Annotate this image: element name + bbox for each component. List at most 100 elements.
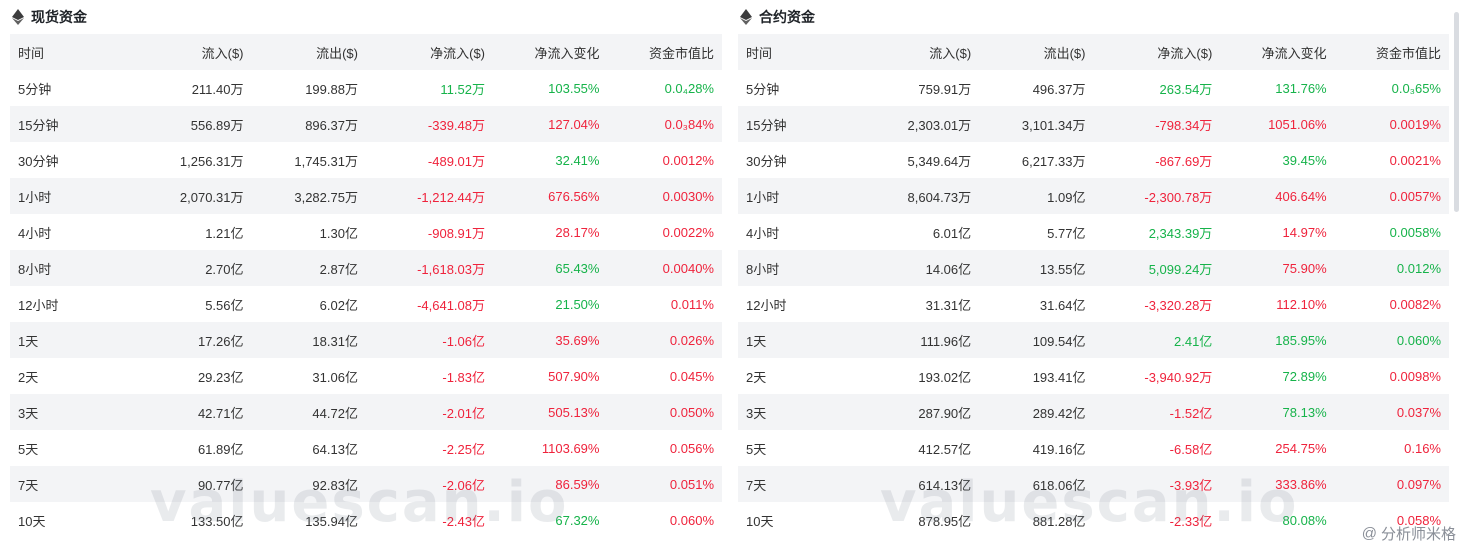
cell-inflow: 2.70亿 [205,261,244,277]
cell-time: 1小时 [746,189,780,205]
cell-mcap-ratio: 0.0₃84% [664,116,714,132]
table-row[interactable]: 3天 287.90亿 289.42亿 -1.52亿 78.13% 0.037% [738,394,1449,430]
cell-net-inflow: -489.01万 [427,153,485,169]
cell-net-change: 1103.69% [541,440,600,456]
cell-time: 7天 [746,477,767,493]
futures-panel-header: 合约资金 [738,0,1449,34]
col-header-mcap-ratio[interactable]: 资金市值比 [607,34,722,70]
table-row[interactable]: 10天 878.95亿 881.28亿 -2.33亿 80.08% 0.058% [738,502,1449,538]
cell-outflow: 6.02亿 [319,297,358,313]
cell-mcap-ratio: 0.0019% [1389,116,1441,132]
cell-net-inflow: -2.33亿 [1169,513,1213,529]
cell-mcap-ratio: 0.0058% [1389,224,1441,240]
col-header-inflow[interactable]: 流入($) [137,34,251,70]
cell-net-inflow: -2.01亿 [442,405,485,421]
cell-mcap-ratio: 0.037% [1396,404,1441,420]
col-header-outflow[interactable]: 流出($) [252,34,366,70]
col-header-time[interactable]: 时间 [738,34,865,70]
cell-net-change: 505.13% [548,404,600,420]
cell-outflow: 199.88万 [305,81,358,97]
cell-time: 5天 [18,441,39,457]
col-header-net-inflow[interactable]: 净流入($) [366,34,493,70]
cell-net-change: 32.41% [555,152,600,168]
cell-inflow: 42.71亿 [197,405,244,421]
col-header-time[interactable]: 时间 [10,34,137,70]
futures-funds-panel: 合约资金 时间 流入($) 流出($) 净流入($) 净流入变化 资金市值比 5… [738,0,1449,538]
table-row[interactable]: 8小时 2.70亿 2.87亿 -1,618.03万 65.43% 0.0040% [10,250,722,286]
cell-mcap-ratio: 0.0082% [1389,296,1441,312]
table-row[interactable]: 30分钟 5,349.64万 6,217.33万 -867.69万 39.45% 0.00… [738,142,1449,178]
table-row[interactable]: 2天 29.23亿 31.06亿 -1.83亿 507.90% 0.045% [10,358,722,394]
cell-time: 2天 [18,369,39,385]
cell-time: 8小时 [18,261,52,277]
cell-net-change: 72.89% [1282,368,1327,384]
table-row[interactable]: 5分钟 759.91万 496.37万 263.54万 131.76% 0.0₃65% [738,70,1449,106]
table-row[interactable]: 5分钟 211.40万 199.88万 11.52万 103.55% 0.0₄28% [10,70,722,106]
col-header-net-inflow[interactable]: 净流入($) [1093,34,1220,70]
cell-outflow: 3,282.75万 [294,189,358,205]
at-sign-icon: @ [1361,525,1377,542]
cell-net-change: 112.10% [1276,296,1327,312]
table-row[interactable]: 15分钟 2,303.01万 3,101.34万 -798.34万 1051.06% 0.… [738,106,1449,142]
cell-mcap-ratio: 0.097% [1396,476,1441,492]
table-row[interactable]: 5天 412.57亿 419.16亿 -6.58亿 254.75% 0.16% [738,430,1449,466]
cell-net-change: 103.55% [548,80,600,96]
table-row[interactable]: 2天 193.02亿 193.41亿 -3,940.92万 72.89% 0.0098% [738,358,1449,394]
table-row[interactable]: 12小时 31.31亿 31.64亿 -3,320.28万 112.10% 0.0082% [738,286,1449,322]
vertical-scrollbar[interactable] [1454,12,1459,212]
cell-time: 2天 [746,369,767,385]
table-row[interactable]: 1小时 2,070.31万 3,282.75万 -1,212.44万 676.56% 0.… [10,178,722,214]
cell-net-change: 254.75% [1275,440,1327,456]
table-row[interactable]: 1小时 8,604.73万 1.09亿 -2,300.78万 406.64% 0.0057… [738,178,1449,214]
cell-time: 1天 [18,333,39,349]
cell-mcap-ratio: 0.0040% [662,260,714,276]
cell-inflow: 111.96亿 [920,333,972,349]
cell-time: 3天 [746,405,767,421]
col-header-net-change[interactable]: 净流入变化 [493,34,607,70]
cell-time: 1小时 [18,189,52,205]
cell-inflow: 556.89万 [190,117,244,133]
cell-net-inflow: 5,099.24万 [1148,261,1213,277]
table-row[interactable]: 1天 17.26亿 18.31亿 -1.06亿 35.69% 0.026% [10,322,722,358]
cell-outflow: 31.64亿 [1039,297,1086,313]
table-row[interactable]: 12小时 5.56亿 6.02亿 -4,641.08万 21.50% 0.011% [10,286,722,322]
table-row[interactable]: 4小时 6.01亿 5.77亿 2,343.39万 14.97% 0.0058% [738,214,1449,250]
cell-inflow: 61.89亿 [197,441,244,457]
table-row[interactable]: 30分钟 1,256.31万 1,745.31万 -489.01万 32.41% 0.00… [10,142,722,178]
cell-net-change: 35.69% [555,332,600,348]
table-row[interactable]: 4小时 1.21亿 1.30亿 -908.91万 28.17% 0.0022% [10,214,722,250]
table-row[interactable]: 7天 90.77亿 92.83亿 -2.06亿 86.59% 0.051% [10,466,722,502]
table-row[interactable]: 1天 111.96亿 109.54亿 2.41亿 185.95% 0.060% [738,322,1449,358]
cell-net-change: 21.50% [555,296,600,312]
cell-inflow: 2,070.31万 [179,189,244,205]
cell-net-change: 185.95% [1275,332,1327,348]
table-row[interactable]: 3天 42.71亿 44.72亿 -2.01亿 505.13% 0.050% [10,394,722,430]
cell-net-change: 131.76% [1275,80,1327,96]
cell-time: 5天 [746,441,767,457]
cell-time: 10天 [18,513,46,529]
cell-net-inflow: -6.58亿 [1169,441,1213,457]
col-header-net-change[interactable]: 净流入变化 [1220,34,1334,70]
cell-inflow: 8,604.73万 [907,189,972,205]
col-header-mcap-ratio[interactable]: 资金市值比 [1335,34,1449,70]
table-row[interactable]: 8小时 14.06亿 13.55亿 5,099.24万 75.90% 0.012% [738,250,1449,286]
table-row[interactable]: 7天 614.13亿 618.06亿 -3.93亿 333.86% 0.097% [738,466,1449,502]
cell-outflow: 881.28亿 [1032,513,1086,529]
col-header-outflow[interactable]: 流出($) [979,34,1093,70]
cell-outflow: 18.31亿 [312,333,358,349]
cell-time: 1天 [746,333,767,349]
table-row[interactable]: 5天 61.89亿 64.13亿 -2.25亿 1103.69% 0.056% [10,430,722,466]
table-row[interactable]: 10天 133.50亿 135.94亿 -2.43亿 67.32% 0.060% [10,502,722,538]
cell-outflow: 1.09亿 [1047,189,1086,205]
cell-outflow: 6,217.33万 [1021,153,1086,169]
cell-net-inflow: 2.41亿 [1174,333,1213,349]
cell-outflow: 31.06亿 [312,369,358,385]
cell-net-change: 86.59% [555,476,600,492]
cell-net-inflow: -3,940.92万 [1144,369,1213,385]
cell-net-change: 1051.06% [1268,116,1327,132]
cell-mcap-ratio: 0.045% [669,368,714,384]
cell-outflow: 2.87亿 [319,261,358,277]
table-row[interactable]: 15分钟 556.89万 896.37万 -339.48万 127.04% 0.0₃84% [10,106,722,142]
col-header-inflow[interactable]: 流入($) [865,34,979,70]
table-header-row: 时间 流入($) 流出($) 净流入($) 净流入变化 资金市值比 [738,34,1449,70]
